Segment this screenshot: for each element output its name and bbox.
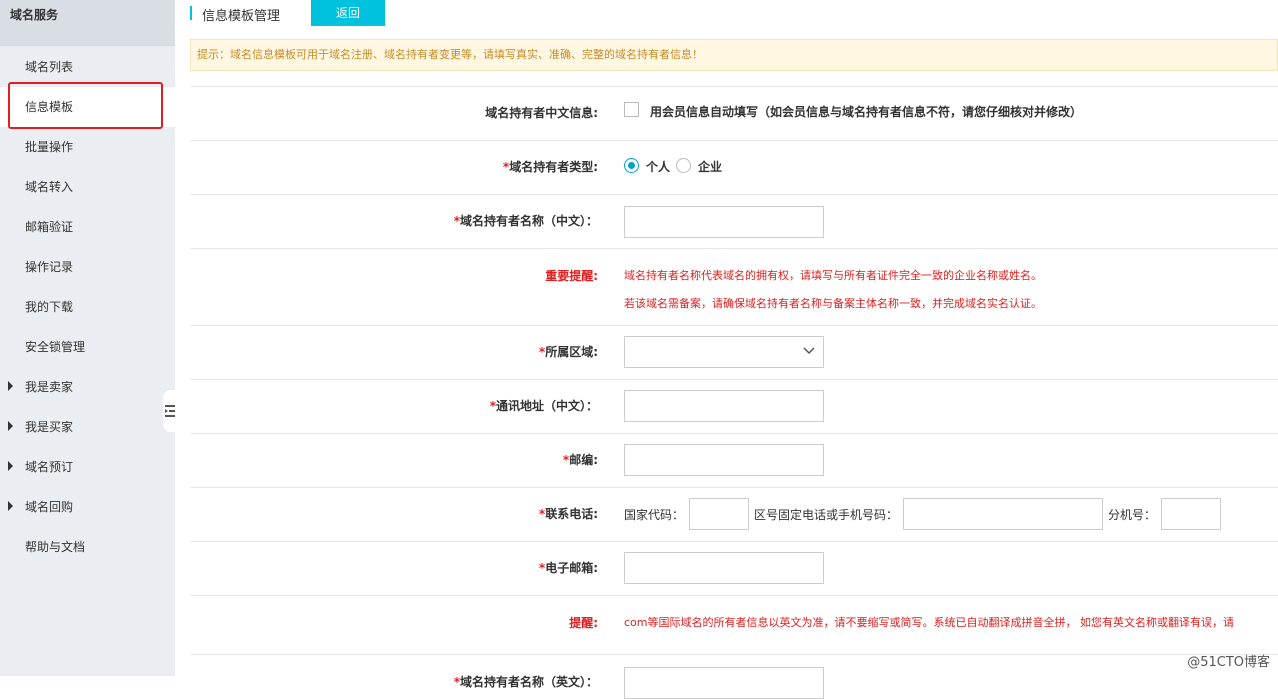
sidebar-item-my-downloads[interactable]: 我的下载 xyxy=(0,287,175,327)
sidebar-item-label: 域名列表 xyxy=(25,60,73,74)
label-text: 域名持有者名称（中文）： xyxy=(460,214,598,228)
sidebar-item-email-verify[interactable]: 邮箱验证 xyxy=(0,207,175,247)
name-en-input[interactable] xyxy=(624,667,824,699)
label-text: 域名持有者类型: xyxy=(509,160,598,174)
row-name-cn: *域名持有者名称（中文）： xyxy=(190,195,1278,249)
address-input[interactable] xyxy=(624,390,824,422)
radio-company-label: 企业 xyxy=(698,158,722,175)
title-accent-bar xyxy=(190,6,192,20)
zip-label: *邮编: xyxy=(563,451,598,468)
sidebar-item-label: 邮箱验证 xyxy=(25,220,73,234)
sidebar-item-label: 我是买家 xyxy=(25,420,73,434)
sidebar-item-label: 安全锁管理 xyxy=(25,340,85,354)
name-cn-input[interactable] xyxy=(624,206,824,238)
sidebar-item-domain-reserve[interactable]: 域名预订 xyxy=(0,447,175,487)
label-text: 联系电话: xyxy=(545,507,598,521)
row-holder-type: *域名持有者类型: 个人 企业 xyxy=(190,141,1278,195)
template-form: 域名持有者中文信息: 用会员信息自动填写（如会员信息与域名持有者信息不符，请您仔… xyxy=(190,86,1278,87)
back-button[interactable]: 返回 xyxy=(311,0,385,26)
remind-text: com等国际域名的所有者信息以英文为准，请不要缩写或简写。系统已自动翻译成拼音全… xyxy=(624,614,1278,630)
country-code-input[interactable] xyxy=(689,498,749,530)
holder-type-label: *域名持有者类型: xyxy=(503,158,598,175)
sidebar-item-domain-buyback[interactable]: 域名回购 xyxy=(0,487,175,527)
tip-banner: 提示：域名信息模板可用于域名注册、域名持有者变更等，请填写真实、准确、完整的域名… xyxy=(190,39,1278,71)
sidebar-item-label: 操作记录 xyxy=(25,260,73,274)
important-label: 重要提醒: xyxy=(545,267,598,284)
sidebar-item-label: 我的下载 xyxy=(25,300,73,314)
label-text: 邮编: xyxy=(569,453,598,467)
region-label: *所属区域: xyxy=(539,343,598,360)
page-header: 信息模板管理 返回 xyxy=(190,0,1278,26)
email-label: *电子邮箱: xyxy=(539,559,598,576)
radio-personal[interactable] xyxy=(624,158,639,173)
sidebar-header: 域名服务 xyxy=(0,0,175,46)
phone-label: *联系电话: xyxy=(539,505,598,522)
address-label: *通讯地址（中文）： xyxy=(490,397,598,414)
sidebar-item-label: 我是卖家 xyxy=(25,380,73,394)
label-text: 域名持有者名称（英文）： xyxy=(460,675,598,689)
sidebar-item-buyer[interactable]: 我是买家 xyxy=(0,407,175,447)
phone-number-input[interactable] xyxy=(903,498,1103,530)
zip-input[interactable] xyxy=(624,444,824,476)
ext-label: 分机号： xyxy=(1108,506,1156,523)
sidebar-item-label: 批量操作 xyxy=(25,140,73,154)
sidebar-item-domain-list[interactable]: 域名列表 xyxy=(0,47,175,87)
sidebar-item-label: 域名回购 xyxy=(25,500,73,514)
sidebar-item-label: 域名转入 xyxy=(25,180,73,194)
row-remind: 提醒: com等国际域名的所有者信息以英文为准，请不要缩写或简写。系统已自动翻译… xyxy=(190,596,1278,655)
row-email: *电子邮箱: xyxy=(190,542,1278,596)
autofill-label: 用会员信息自动填写（如会员信息与域名持有者信息不符，请您仔细核对并修改） xyxy=(650,103,1082,120)
important-line-2: 若该域名需备案，请确保域名持有者名称与备案主体名称一致，并完成域名实名认证。 xyxy=(624,295,1042,311)
row-address: *通讯地址（中文）： xyxy=(190,380,1278,434)
row-phone: *联系电话: 国家代码： 区号固定电话或手机号码： 分机号： xyxy=(190,488,1278,542)
sidebar: 域名服务 域名列表 信息模板 批量操作 域名转入 邮箱验证 操作记录 我的下载 … xyxy=(0,0,175,676)
active-item-highlight xyxy=(8,82,163,129)
region-select[interactable] xyxy=(624,336,824,368)
phone-number-label: 区号固定电话或手机号码： xyxy=(754,506,898,523)
row-region: *所属区域: xyxy=(190,326,1278,380)
label-text: 电子邮箱: xyxy=(545,561,598,575)
caret-right-icon xyxy=(8,381,13,391)
row-important-notice: 重要提醒: 域名持有者名称代表域名的拥有权，请填写与所有者证件完全一致的企业名称… xyxy=(190,249,1278,326)
page-title: 信息模板管理 xyxy=(202,5,280,24)
sidebar-item-label: 域名预订 xyxy=(25,460,73,474)
sidebar-item-op-log[interactable]: 操作记录 xyxy=(0,247,175,287)
radio-company[interactable] xyxy=(676,158,691,173)
caret-right-icon xyxy=(8,461,13,471)
radio-personal-label: 个人 xyxy=(646,158,670,175)
sidebar-item-domain-transfer[interactable]: 域名转入 xyxy=(0,167,175,207)
sidebar-item-help-docs[interactable]: 帮助与文档 xyxy=(0,527,175,567)
country-code-label: 国家代码： xyxy=(624,506,684,523)
important-line-1: 域名持有者名称代表域名的拥有权，请填写与所有者证件完全一致的企业名称或姓名。 xyxy=(624,267,1042,283)
row-cn-info: 域名持有者中文信息: 用会员信息自动填写（如会员信息与域名持有者信息不符，请您仔… xyxy=(190,87,1278,141)
chevron-down-icon xyxy=(803,347,815,355)
cn-info-label: 域名持有者中文信息: xyxy=(485,104,598,121)
caret-right-icon xyxy=(8,501,13,511)
label-text: 所属区域: xyxy=(545,345,598,359)
remind-label: 提醒: xyxy=(569,614,598,631)
row-name-en: *域名持有者名称（英文）： xyxy=(190,655,1278,695)
autofill-checkbox[interactable] xyxy=(624,102,639,117)
watermark: @51CTO博客 xyxy=(1187,651,1270,670)
row-zip: *邮编: xyxy=(190,434,1278,488)
caret-right-icon xyxy=(8,421,13,431)
email-input[interactable] xyxy=(624,552,824,584)
sidebar-item-batch-ops[interactable]: 批量操作 xyxy=(0,127,175,167)
ext-input[interactable] xyxy=(1161,498,1221,530)
name-cn-label: *域名持有者名称（中文）： xyxy=(454,212,598,229)
label-text: 通讯地址（中文）： xyxy=(496,399,598,413)
sidebar-item-security-lock[interactable]: 安全锁管理 xyxy=(0,327,175,367)
sidebar-item-label: 帮助与文档 xyxy=(25,540,85,554)
main-content: 信息模板管理 返回 提示：域名信息模板可用于域名注册、域名持有者变更等，请填写真… xyxy=(175,0,1278,676)
sidebar-item-seller[interactable]: 我是卖家 xyxy=(0,367,175,407)
